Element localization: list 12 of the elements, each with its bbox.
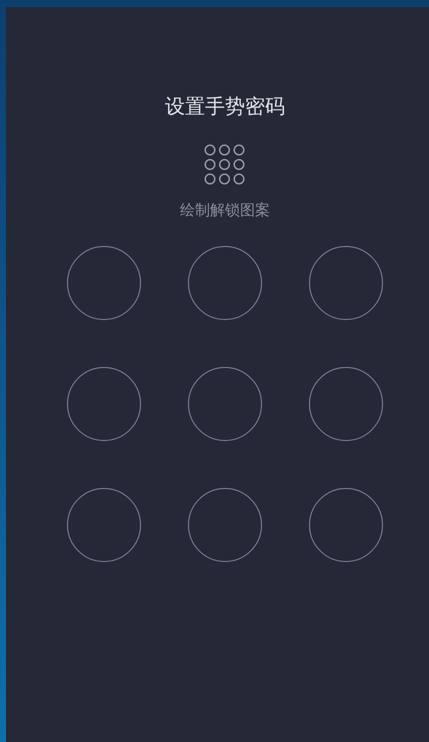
pattern-node[interactable] <box>188 488 262 562</box>
pattern-node[interactable] <box>188 246 262 320</box>
pattern-node[interactable] <box>309 367 383 441</box>
pattern-node[interactable] <box>309 488 383 562</box>
screen-title: 设置手势密码 <box>165 94 285 118</box>
pattern-grid-icon <box>204 144 246 186</box>
pattern-node[interactable] <box>67 367 141 441</box>
pattern-node[interactable] <box>67 488 141 562</box>
pattern-node[interactable] <box>309 246 383 320</box>
pattern-node[interactable] <box>67 246 141 320</box>
pattern-node[interactable] <box>188 367 262 441</box>
instruction-text: 绘制解锁图案 <box>180 200 270 220</box>
